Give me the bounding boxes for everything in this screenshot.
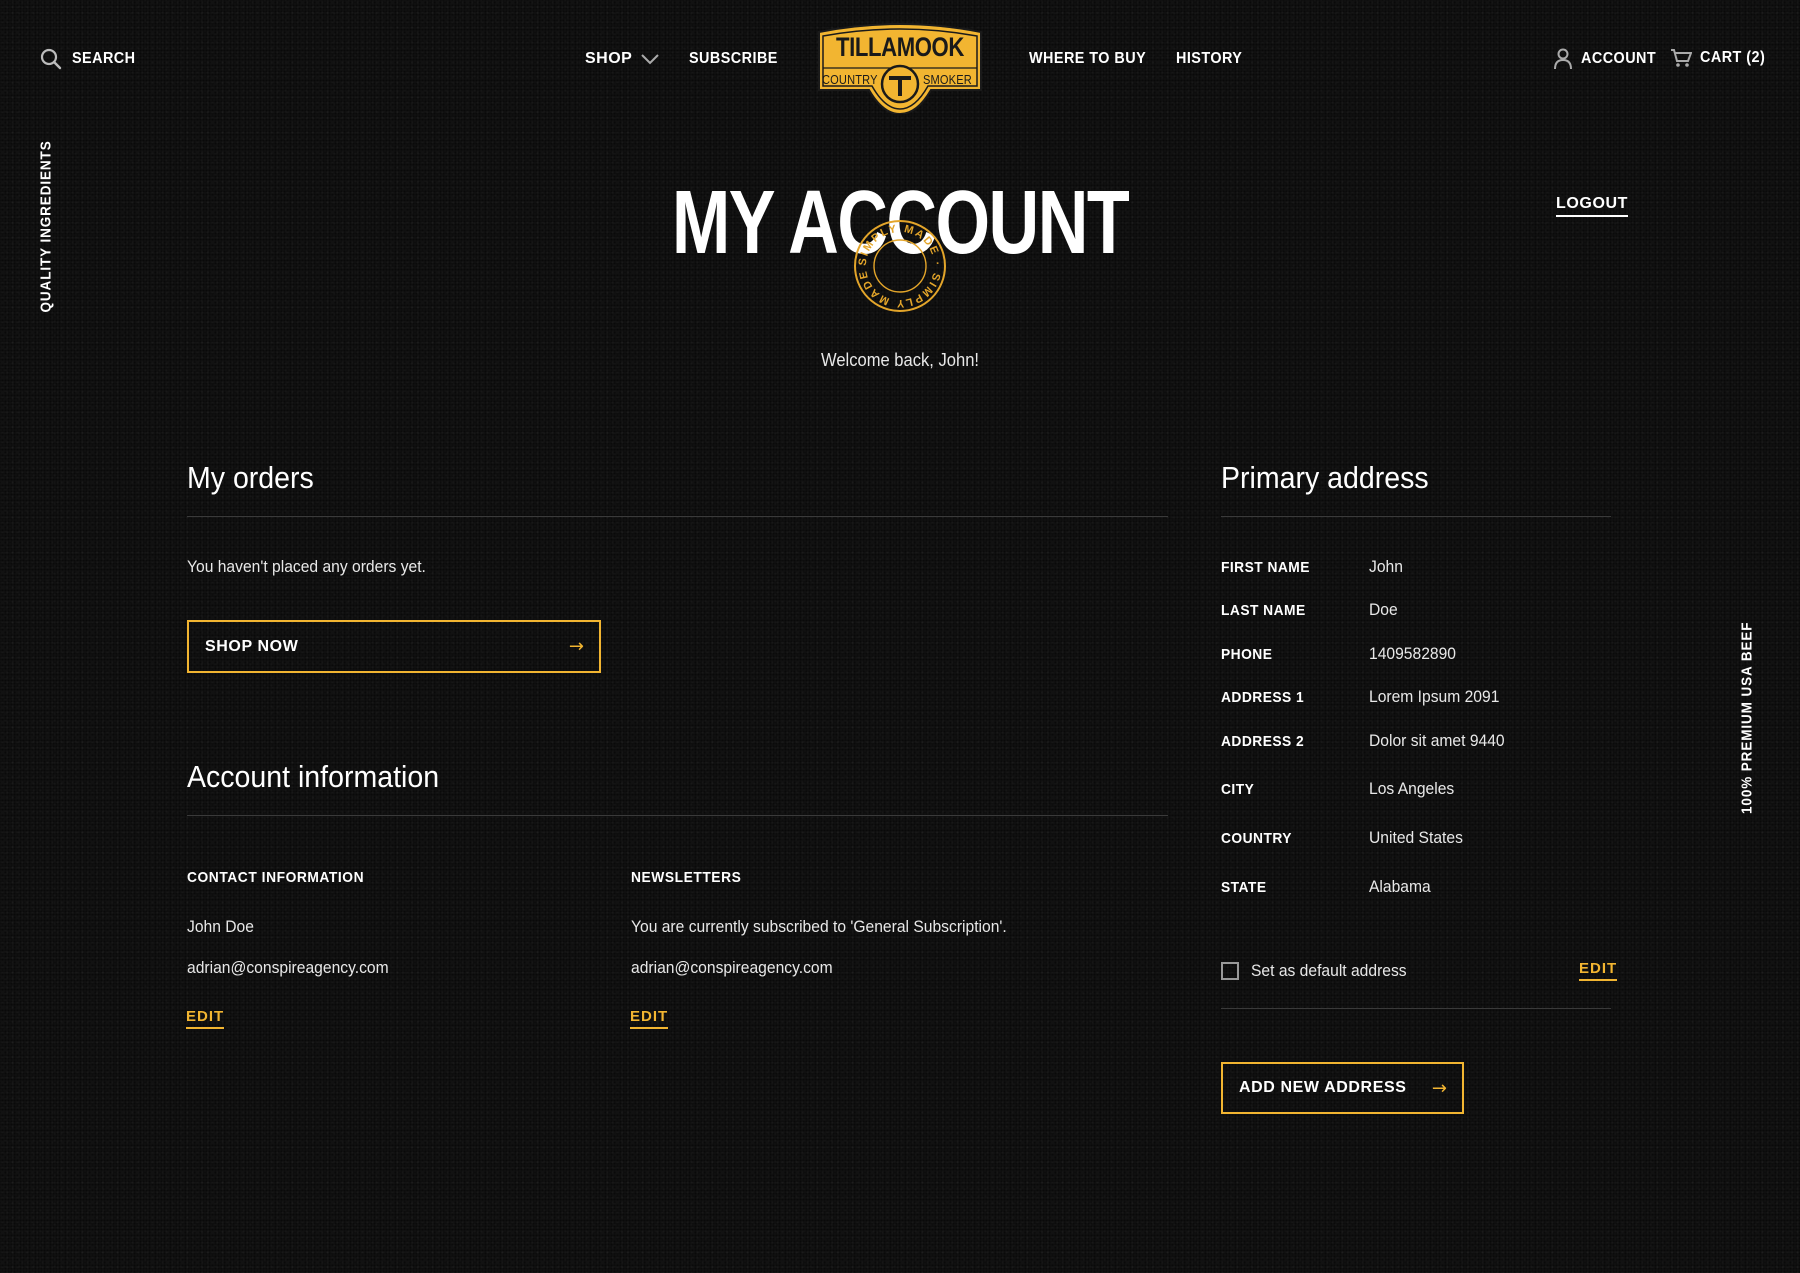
user-icon — [1554, 48, 1572, 70]
default-address-checkbox[interactable]: Set as default address — [1221, 961, 1420, 981]
checkbox-box[interactable] — [1221, 962, 1239, 980]
address-value: John — [1369, 557, 1403, 576]
address-value: Los Angeles — [1369, 779, 1455, 798]
nav-shop[interactable]: SHOP — [585, 50, 660, 68]
address-value: Doe — [1369, 600, 1398, 619]
address-value: Lorem Ipsum 2091 — [1369, 687, 1500, 706]
nav-history[interactable]: HISTORY — [1176, 50, 1242, 68]
address-label: FIRST NAME — [1221, 559, 1310, 576]
address-label: PHONE — [1221, 646, 1273, 663]
shop-now-button[interactable]: SHOP NOW → — [187, 620, 601, 673]
stamp-icon: SIMPLY MADE · SIMPLY MADE · — [849, 209, 946, 312]
address-label: CITY — [1221, 781, 1255, 798]
address-divider — [1221, 516, 1611, 517]
address-value: Alabama — [1369, 877, 1431, 896]
orders-divider — [187, 516, 1168, 517]
side-text-left: QUALITY INGREDIENTS — [37, 140, 55, 313]
simply-made-stamp: SIMPLY MADE · SIMPLY MADE · — [849, 209, 948, 314]
nav-shop-label: SHOP — [585, 50, 633, 67]
address-label: LAST NAME — [1221, 602, 1306, 619]
side-text-right: 100% PREMIUM USA BEEF — [1738, 621, 1756, 814]
nav-subscribe[interactable]: SUBSCRIBE — [689, 50, 778, 68]
cart-icon — [1671, 49, 1692, 67]
default-address-label: Set as default address — [1251, 961, 1407, 980]
cart-label: CART (2) — [1700, 49, 1766, 66]
chevron-down-icon — [641, 54, 660, 65]
welcome-message: Welcome back, John! — [820, 350, 980, 370]
contact-name: John Doe — [187, 917, 254, 936]
search-button[interactable]: SEARCH — [40, 48, 143, 70]
search-icon — [40, 48, 62, 70]
newsletters-edit-link[interactable]: EDIT — [630, 1008, 669, 1029]
orders-title: My orders — [187, 460, 314, 495]
arrow-right-icon: → — [568, 636, 584, 657]
account-info-divider — [187, 815, 1168, 816]
search-label: SEARCH — [72, 50, 136, 67]
orders-empty-text: You haven't placed any orders yet. — [187, 557, 426, 576]
nav-where-to-buy[interactable]: WHERE TO BUY — [1029, 50, 1146, 68]
logo-text-top: TILLAMOOK — [836, 32, 964, 62]
cart-button[interactable]: CART (2) — [1670, 48, 1772, 68]
newsletters-heading: NEWSLETTERS — [631, 869, 742, 886]
address-label: COUNTRY — [1221, 830, 1292, 847]
address-value: 1409582890 — [1369, 644, 1456, 663]
add-new-address-button[interactable]: ADD NEW ADDRESS → — [1221, 1062, 1464, 1114]
shop-now-label: SHOP NOW — [205, 637, 299, 655]
address-label: STATE — [1221, 879, 1267, 896]
address-value: United States — [1369, 828, 1463, 847]
account-label: ACCOUNT — [1581, 50, 1657, 67]
address-value: Dolor sit amet 9440 — [1369, 731, 1505, 750]
arrow-right-icon: → — [1431, 1077, 1447, 1099]
account-info-title: Account information — [187, 759, 440, 794]
newsletters-email: adrian@conspireagency.com — [631, 958, 833, 977]
address-title: Primary address — [1221, 460, 1429, 495]
contact-edit-link[interactable]: EDIT — [186, 1008, 225, 1029]
contact-heading: CONTACT INFORMATION — [187, 869, 365, 886]
newsletters-status: You are currently subscribed to 'General… — [631, 917, 1007, 936]
address-edit-link[interactable]: EDIT — [1579, 960, 1618, 981]
logo-text-right: SMOKER — [923, 72, 972, 87]
account-button[interactable]: ACCOUNT — [1553, 48, 1665, 70]
contact-email: adrian@conspireagency.com — [187, 958, 389, 977]
address-label: ADDRESS 2 — [1221, 733, 1305, 750]
add-new-address-label: ADD NEW ADDRESS — [1239, 1079, 1407, 1096]
address-label: ADDRESS 1 — [1221, 689, 1305, 706]
address-bottom-divider — [1221, 1008, 1611, 1009]
logo-text-left: COUNTRY — [822, 72, 878, 87]
logout-link[interactable]: LOGOUT — [1556, 195, 1629, 217]
tillamook-logo[interactable]: TILLAMOOK COUNTRY SMOKER — [813, 22, 987, 116]
